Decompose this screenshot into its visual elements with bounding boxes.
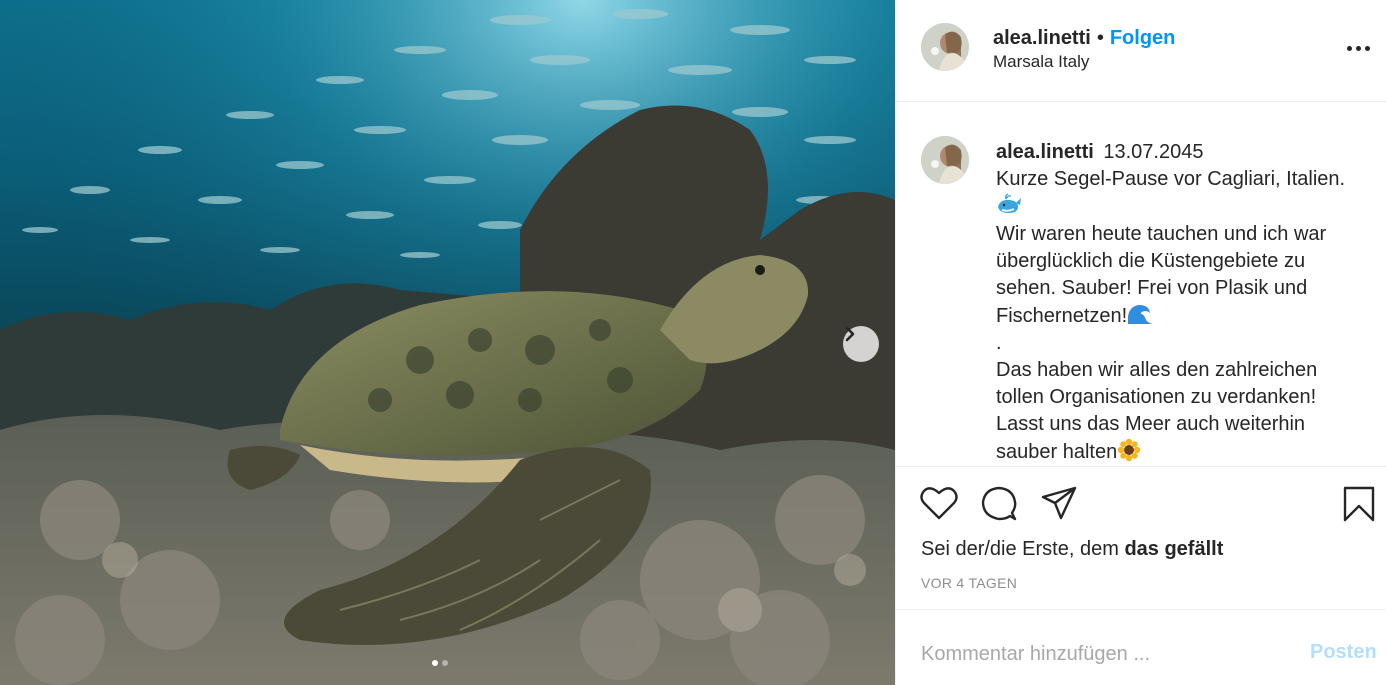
location-link[interactable]: Marsala Italy: [993, 52, 1089, 72]
caption-username[interactable]: alea.linetti: [996, 141, 1094, 163]
underwater-photo: [0, 0, 895, 685]
chevron-right-icon: [845, 326, 855, 342]
caption-line-1: Kurze Segel-Pause vor Cagliari, Italien.: [996, 168, 1346, 190]
avatar[interactable]: [921, 23, 969, 71]
separator-dot: •: [1096, 27, 1104, 49]
caption-line-3: .: [996, 332, 1002, 354]
post-image[interactable]: [0, 0, 895, 685]
heart-icon[interactable]: [920, 485, 958, 521]
carousel-next-button[interactable]: [843, 326, 879, 362]
caption-avatar[interactable]: [921, 136, 969, 184]
follow-button[interactable]: Folgen: [1110, 27, 1176, 50]
caption-date: 13.07.2045: [1103, 141, 1204, 163]
caption-line-4: Das haben wir alles den zahlreichen toll…: [996, 359, 1318, 463]
likes-prefix: Sei der/die Erste, dem: [921, 538, 1125, 560]
likes-summary: Sei der/die Erste, dem das gefällt: [921, 538, 1223, 561]
post-side-panel: alea.linetti • Folgen Marsala Italy alea…: [895, 0, 1386, 685]
carousel-indicator: [432, 660, 448, 666]
sunflower-emoji: [1118, 438, 1141, 462]
header-username[interactable]: alea.linetti: [993, 27, 1091, 50]
post-caption: alea.linetti 13.07.2045 Kurze Segel-Paus…: [996, 139, 1366, 465]
comments-section: alea.linetti 13.07.2045 Kurze Segel-Paus…: [896, 103, 1386, 465]
carousel-dot: [442, 660, 448, 666]
profile-photo: [921, 136, 969, 184]
post-comment-button[interactable]: Posten: [1310, 641, 1377, 664]
likes-link[interactable]: das gefällt: [1124, 538, 1223, 560]
more-horizontal-icon: [1346, 45, 1352, 51]
bookmark-icon[interactable]: [1342, 485, 1376, 523]
comment-input[interactable]: [921, 636, 1291, 672]
more-options-button[interactable]: [1342, 34, 1374, 62]
share-icon[interactable]: [1040, 485, 1078, 521]
carousel-dot-active: [432, 660, 438, 666]
wave-emoji: [1128, 305, 1153, 324]
comment-icon[interactable]: [980, 485, 1018, 523]
whale-emoji: [998, 193, 1021, 213]
add-comment-form: Posten: [896, 609, 1386, 685]
caption-line-2: Wir waren heute tauchen und ich war über…: [996, 223, 1327, 327]
profile-photo: [921, 23, 969, 71]
post-actions: Sei der/die Erste, dem das gefällt VOR 4…: [896, 466, 1386, 609]
post-header: alea.linetti • Folgen Marsala Italy: [896, 0, 1386, 102]
post-timestamp[interactable]: VOR 4 TAGEN: [921, 575, 1017, 591]
